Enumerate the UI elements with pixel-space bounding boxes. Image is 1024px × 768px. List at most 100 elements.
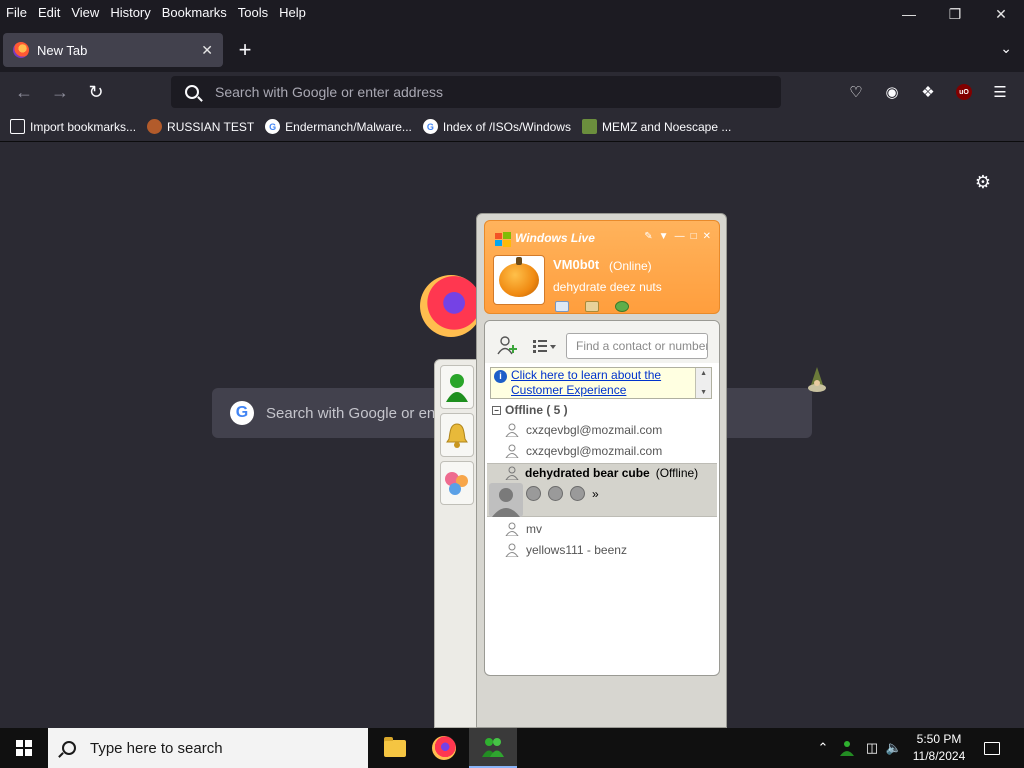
action-center-button[interactable] <box>972 728 1012 768</box>
tray-network[interactable]: ◫ <box>862 728 882 768</box>
menu-view[interactable]: View <box>66 5 104 20</box>
banner-line-1: Click here to learn about the <box>511 368 662 382</box>
bell-icon <box>446 423 468 448</box>
close-icon[interactable]: ✕ <box>703 231 711 242</box>
memz-favicon <box>581 119 597 134</box>
messenger-buddies-icon <box>482 738 504 757</box>
show-hidden-icons-button[interactable]: ⌃ <box>814 728 832 768</box>
extensions-button[interactable]: ❖ <box>917 81 939 103</box>
new-tab-button[interactable]: + <box>234 37 256 62</box>
find-contact-input[interactable] <box>566 333 708 359</box>
offline-person-icon <box>505 543 519 557</box>
forward-button[interactable]: → <box>48 80 72 104</box>
folder-icon[interactable] <box>585 301 599 312</box>
menu-tools[interactable]: Tools <box>233 5 273 20</box>
menu-file[interactable]: File <box>1 5 32 20</box>
spaces-icon[interactable] <box>615 301 629 312</box>
start-button[interactable] <box>0 728 48 768</box>
app-menu-button[interactable]: ☰ <box>989 81 1011 103</box>
bookmark-endermanch-malware[interactable]: G Endermanch/Malware... <box>265 119 412 134</box>
side-tab-contacts[interactable] <box>440 365 474 409</box>
tray-messenger[interactable] <box>837 728 857 768</box>
menu-history[interactable]: History <box>105 5 155 20</box>
mail-icon[interactable] <box>555 301 569 312</box>
newtab-settings-button[interactable]: ⚙ <box>973 172 993 192</box>
menu-help[interactable]: Help <box>274 5 311 20</box>
search-icon <box>185 85 199 99</box>
bookmark-index-isos[interactable]: G Index of /ISOs/Windows <box>422 119 571 134</box>
chevron-down-icon[interactable]: ▼ <box>659 231 669 242</box>
taskbar-messenger[interactable] <box>469 728 517 768</box>
group-offline-header[interactable]: − Offline ( 5 ) <box>492 403 568 417</box>
add-contact-icon[interactable] <box>497 335 519 355</box>
menu-bar: File Edit View History Bookmarks Tools H… <box>0 0 1024 24</box>
side-tab-spaces[interactable] <box>440 461 474 505</box>
contact-status-text: (Offline) <box>655 466 699 480</box>
collapse-icon[interactable]: − <box>492 405 501 415</box>
offline-person-icon <box>505 444 519 458</box>
back-button[interactable]: ← <box>12 80 36 104</box>
taskbar-clock[interactable]: 5:50 PM 11/8/2024 <box>905 731 973 765</box>
url-bar[interactable] <box>171 76 781 108</box>
firefox-icon <box>432 736 456 760</box>
contact-name: cxzqevbgl@mozmail.com <box>526 444 663 458</box>
url-input[interactable] <box>215 84 755 100</box>
view-profile-icon[interactable] <box>526 486 541 501</box>
personal-message[interactable]: dehydrate deez nuts <box>553 280 662 294</box>
scroll-up-icon[interactable]: ▲ <box>700 370 707 377</box>
taskbar-search-box[interactable]: Type here to search <box>48 728 368 768</box>
contact-list-item[interactable]: cxzqevbgl@mozmail.com <box>505 423 662 437</box>
user-display-name[interactable]: VM0b0t <box>553 257 599 272</box>
taskbar-file-explorer[interactable] <box>371 728 419 768</box>
tab-close-icon[interactable]: ✕ <box>201 42 213 59</box>
customize-icon[interactable]: ✎ <box>644 231 652 242</box>
offline-person-icon <box>505 466 519 480</box>
minimize-button[interactable]: — <box>886 0 932 28</box>
windows-live-logo: Windows Live <box>515 231 595 245</box>
list-view-icon[interactable] <box>533 339 557 355</box>
bookmark-import[interactable]: Import bookmarks... <box>10 119 136 134</box>
plus-icon: + <box>238 37 252 62</box>
pocket-button[interactable]: ♡ <box>845 81 867 103</box>
side-tab-alerts[interactable] <box>440 413 474 457</box>
customer-experience-link[interactable]: Click here to learn about the Customer E… <box>511 368 695 398</box>
close-window-button[interactable]: ✕ <box>978 0 1024 28</box>
menu-bookmarks[interactable]: Bookmarks <box>157 5 232 20</box>
reload-button[interactable]: ↻ <box>84 80 108 104</box>
send-email-icon[interactable] <box>548 486 563 501</box>
windows-flag-icon <box>495 232 511 247</box>
contact-list-item[interactable]: cxzqevbgl@mozmail.com <box>505 444 662 458</box>
selected-contact-item[interactable]: dehydrated bear cube (Offline) » <box>487 463 717 517</box>
list-all-tabs-button[interactable]: ⌄ <box>1000 40 1012 57</box>
messenger-header: Windows Live ✎ ▼ — □ ✕ VM0b0t (Online) d… <box>484 220 720 314</box>
search-icon <box>62 741 76 755</box>
account-button[interactable]: ◉ <box>881 81 903 103</box>
taskbar-firefox[interactable] <box>420 728 468 768</box>
contact-list-item[interactable]: mv <box>505 522 542 536</box>
messenger-window-controls: ✎ ▼ — □ ✕ <box>644 231 711 242</box>
navigation-toolbar: ← → ↻ ♡ ◉ ❖ uO ☰ <box>0 72 1024 112</box>
taskbar: Type here to search ⌃ ◫ 🔈 5:50 PM 11/8/2… <box>0 728 1024 768</box>
ublock-button[interactable]: uO <box>956 84 972 100</box>
banner-scrollbar[interactable]: ▲ ▼ <box>695 368 711 398</box>
menu-edit[interactable]: Edit <box>33 5 65 20</box>
firefox-logo <box>420 275 482 337</box>
restore-button[interactable]: ❐ <box>932 0 978 28</box>
user-status[interactable]: (Online) <box>609 259 652 273</box>
contact-name: cxzqevbgl@mozmail.com <box>526 423 663 437</box>
user-avatar[interactable] <box>493 255 545 305</box>
bookmark-memz[interactable]: MEMZ and Noescape ... <box>581 119 732 134</box>
maximize-icon[interactable]: □ <box>691 231 697 242</box>
bookmark-russian-test[interactable]: RUSSIAN TEST <box>147 119 254 134</box>
more-actions-icon[interactable]: » <box>592 487 599 501</box>
minimize-icon[interactable]: — <box>675 231 685 242</box>
scroll-down-icon[interactable]: ▼ <box>700 389 707 396</box>
bookmark-label: MEMZ and Noescape ... <box>601 119 732 134</box>
tray-volume[interactable]: 🔈 <box>884 728 904 768</box>
view-space-icon[interactable] <box>570 486 585 501</box>
contact-list-item[interactable]: yellows111 - beenz <box>505 543 627 557</box>
info-icon: i <box>494 370 507 383</box>
bookmark-label: RUSSIAN TEST <box>167 119 255 134</box>
buddy-icon <box>446 374 468 402</box>
tab-new-tab[interactable]: New Tab ✕ <box>3 33 223 67</box>
